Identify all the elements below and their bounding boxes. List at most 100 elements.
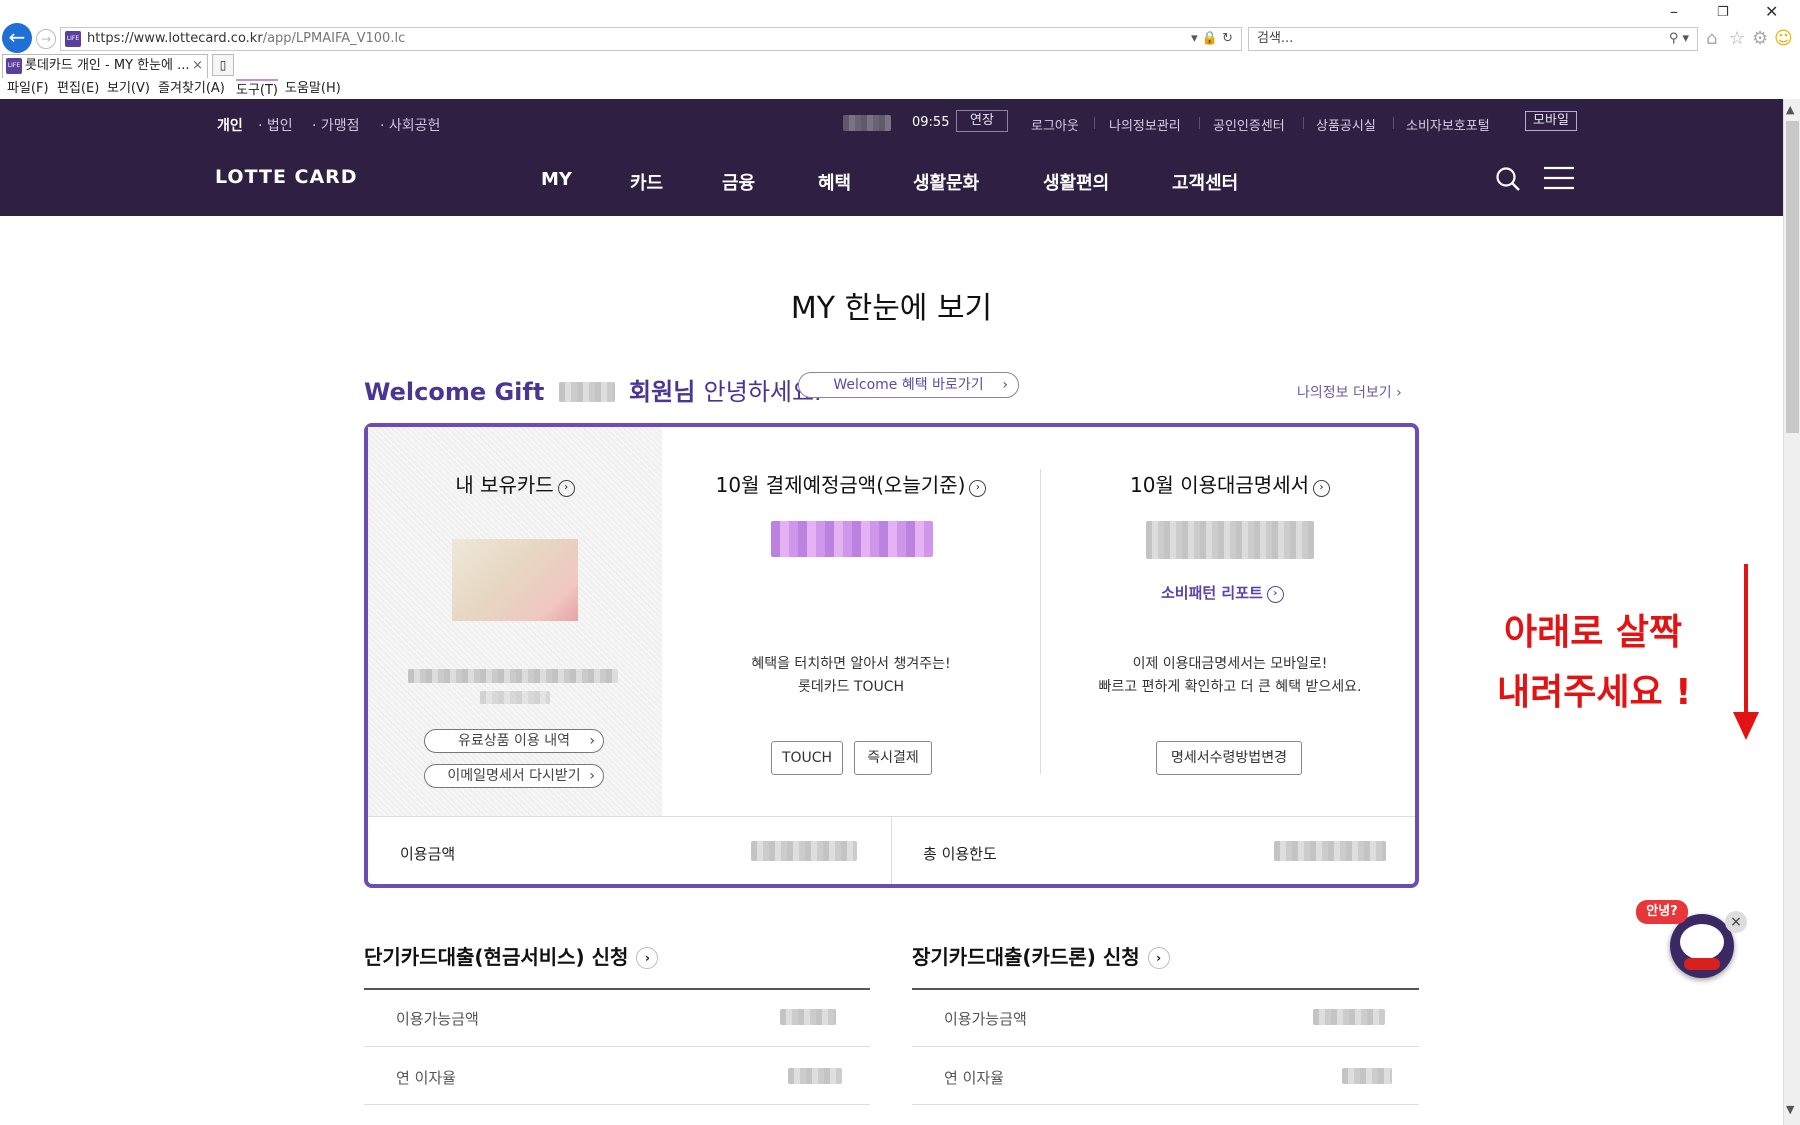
logout-link[interactable]: 로그아웃 [1031,115,1079,134]
menu-edit[interactable]: 편집(E) [57,79,99,99]
long-rate-masked [1342,1068,1392,1084]
total-limit-masked [1274,841,1386,861]
email-statement-button[interactable]: 이메일명세서 다시받기 › [424,764,604,788]
menu-bar: 파일(F) 편집(E) 보기(V) 즐겨찾기(A) 도구(T) 도움말(H) [0,79,1800,99]
statement-title-text: 10월 이용대금명세서 [1129,473,1309,497]
browser-search-input[interactable]: 검색... ⚲ ▾ [1248,27,1698,51]
gnb-culture[interactable]: 생활문화 [913,169,979,195]
short-term-loan-title[interactable]: 단기카드대출(현금서비스) 신청 › [364,941,659,970]
consumer-protection-link[interactable]: 소비자보호포털 [1406,115,1490,134]
menu-view[interactable]: 보기(V) [107,79,150,99]
page-title: MY 한눈에 보기 [790,291,993,326]
home-icon[interactable]: ⌂ [1706,28,1717,49]
close-window-icon[interactable]: ✕ [1765,2,1778,21]
touch-desc-line1: 혜택을 터치하면 알아서 챙겨주는! [751,656,951,672]
top-nav-merchant[interactable]: · 가맹점 [312,115,360,135]
arrow-circle-icon: › [1266,586,1284,603]
divider [1303,117,1304,129]
my-cards-title-text: 내 보유카드 [455,473,554,497]
member-suffix: 회원님 [629,378,696,406]
my-info-link[interactable]: 나의정보관리 [1109,115,1181,134]
menu-favorites[interactable]: 즐겨찾기(A) [158,79,225,99]
mobile-button[interactable]: 모바일 [1525,111,1577,131]
long-term-loan-title[interactable]: 장기카드대출(카드론) 신청 › [912,941,1170,970]
top-nav-personal[interactable]: 개인 [217,115,243,135]
gnb-card[interactable]: 카드 [630,169,663,195]
top-nav-corporate[interactable]: · 법인 [258,115,293,135]
statement-title[interactable]: 10월 이용대금명세서 › [1041,469,1419,498]
tab-close-icon[interactable]: × [192,55,203,77]
scroll-up-icon[interactable]: ▲ [1786,103,1794,116]
scroll-down-icon[interactable]: ▼ [1786,1103,1794,1116]
my-cards-title[interactable]: 내 보유카드 › [368,469,662,498]
menu-file[interactable]: 파일(F) [7,79,49,99]
gnb-my[interactable]: MY [541,169,572,190]
search-icon[interactable]: ⚲ ▾ [1669,28,1689,50]
address-bar[interactable]: LIFE https://www.lottecard.co.kr/app/LPM… [60,27,1242,51]
menu-help[interactable]: 도움말(H) [285,79,341,99]
chatbot-greeting-bubble[interactable]: 안녕? [1636,900,1688,924]
spending-report-link[interactable]: 소비패턴 리포트 › [1161,582,1284,603]
gnb-customer-center[interactable]: 고객센터 [1172,169,1238,195]
user-name-masked [843,115,891,131]
session-extend-button[interactable]: 연장 [956,110,1008,132]
arrow-circle-icon: › [969,480,987,497]
back-arrow-icon[interactable]: ← [2,23,32,53]
card-image[interactable] [452,539,578,621]
long-available-masked [1313,1009,1385,1025]
hamburger-menu-icon[interactable] [1544,166,1574,190]
tab-title: 롯데카드 개인 - MY 한눈에 ... [25,58,190,73]
arrow-circle-icon: › [1313,480,1330,497]
paid-usage-label: 유료상품 이용 내역 [458,733,570,749]
certificate-center-link[interactable]: 공인인증센터 [1213,115,1285,134]
instant-pay-button[interactable]: 즉시결제 [854,741,932,775]
site-favicon-icon: LIFE [65,31,81,47]
scroll-thumb[interactable] [1786,121,1799,433]
chatbot-close-icon[interactable]: × [1725,911,1747,933]
lock-refresh-icon[interactable]: ▾ 🔒 ↻ [1191,28,1233,50]
statement-description: 이제 이용대금명세서는 모바일로! 빠르고 편하게 확인하고 더 큰 혜택 받으… [1041,653,1419,699]
scroll-hint-line2: 내려주세요 ! [1497,672,1692,713]
favorites-star-icon[interactable]: ☆ [1729,28,1745,49]
gnb-convenience[interactable]: 생활편의 [1043,169,1109,195]
row-divider [912,1104,1419,1105]
my-info-more-link[interactable]: 나의정보 더보기 › [1297,382,1402,402]
card-number-masked [480,691,550,704]
minimize-icon[interactable]: – [1670,2,1678,21]
forward-arrow-icon[interactable]: → [36,29,56,49]
section-divider [364,988,870,990]
payment-due-title-text: 10월 결제예정금액(오늘기준) [715,473,966,497]
short-available-label: 이용가능금액 [396,1010,479,1028]
welcome-benefit-button[interactable]: Welcome 혜택 바로가기 › [798,372,1019,398]
welcome-benefit-label: Welcome 혜택 바로가기 [833,377,984,393]
lotte-card-logo[interactable]: LOTTE CARD [215,166,358,188]
change-receipt-method-button[interactable]: 명세서수령방법변경 [1156,741,1302,775]
new-tab-icon[interactable]: ▯ [212,54,234,76]
row-divider [364,1104,870,1105]
divider [1393,117,1394,129]
menu-tools[interactable]: 도구(T) [236,79,279,101]
settings-gear-icon[interactable]: ⚙ [1752,28,1768,49]
payment-due-title[interactable]: 10월 결제예정금액(오늘기준) › [662,469,1040,498]
short-rate-masked [788,1068,842,1084]
restore-icon[interactable]: ❐ [1717,5,1729,20]
product-disclosure-link[interactable]: 상품공시실 [1316,115,1376,134]
chevron-right-icon: › [589,768,595,784]
paid-usage-button[interactable]: 유료상품 이용 내역 › [424,729,604,753]
card-name-masked [408,669,618,683]
touch-button[interactable]: TOUCH [771,741,843,775]
welcome-gift-label: Welcome Gift [364,378,545,406]
smiley-feedback-icon[interactable]: ☺ [1774,28,1793,49]
gnb-benefit[interactable]: 혜택 [818,169,851,195]
gnb-finance[interactable]: 금융 [722,169,755,195]
chatbot-scarf-icon [1684,958,1720,970]
top-nav-social[interactable]: · 사회공헌 [380,115,440,135]
session-timer: 09:55 [912,115,950,130]
browser-tab[interactable]: LIFE 롯데카드 개인 - MY 한눈에 ... × [2,54,208,78]
page-scrollbar[interactable]: ▲ ▼ [1783,99,1800,1125]
arrow-circle-icon: › [557,480,575,497]
search-icon[interactable] [1495,166,1521,192]
email-statement-label: 이메일명세서 다시받기 [447,768,581,784]
payment-amount-masked [771,521,933,557]
usage-amount-masked [751,841,857,861]
